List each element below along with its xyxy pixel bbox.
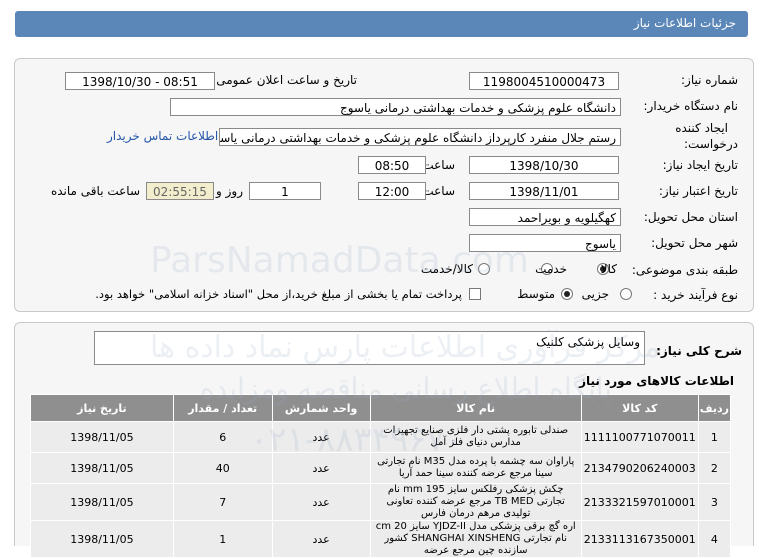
city-field[interactable]: یاسوج — [469, 234, 621, 252]
buyer-field[interactable]: دانشگاه علوم پزشکی و خدمات بهداشتی درمان… — [170, 98, 621, 116]
row-number: 2 — [697, 452, 732, 484]
category-service-label: خدمت — [535, 262, 567, 276]
goods-date: 1398/11/05 — [30, 520, 174, 558]
col-date: تاریخ نیاز — [30, 394, 174, 422]
col-name: نام کالا — [369, 394, 582, 422]
days-field[interactable]: 1 — [249, 182, 321, 200]
validity-hour-label: ساعت — [422, 184, 455, 198]
goods-name: چکش پزشکی رفلکس سایز 195 mm نام تجارتی T… — [369, 483, 582, 521]
process-minor-radio[interactable] — [620, 288, 632, 300]
treasury-payment-checkbox[interactable] — [469, 288, 481, 300]
create-time-field[interactable]: 08:50 — [358, 156, 426, 174]
col-row: ردیف — [697, 394, 732, 422]
goods-qty: 40 — [172, 452, 273, 484]
col-code: کد کالا — [580, 394, 699, 422]
province-field[interactable]: کهگیلویه و بویراحمد — [469, 208, 621, 226]
goods-section-title: اطلاعات کالاهای مورد نیاز — [579, 374, 734, 388]
process-label: نوع فرآیند خرید : — [653, 288, 738, 302]
page-title: جزئیات اطلاعات نیاز — [633, 16, 736, 30]
buyer-contact-link[interactable]: اطلاعات تماس خریدار — [107, 129, 218, 143]
days-label: روز و — [216, 184, 243, 198]
category-label: طبقه بندی موضوعی: — [631, 263, 738, 277]
goods-code: 2134790206240003 — [580, 452, 699, 484]
goods-table-header: ردیف کد کالا نام کالا واحد شمارش تعداد /… — [30, 394, 732, 422]
goods-code: 2133321597010001 — [580, 483, 699, 521]
creator-label-2: درخواست: — [684, 137, 738, 151]
table-row[interactable]: 1 1111100771070011 صندلی تابوره پشتی دار… — [30, 421, 732, 453]
validity-date-field[interactable]: 1398/11/01 — [469, 182, 619, 200]
row-number: 4 — [697, 520, 732, 558]
goods-unit: عدد — [271, 452, 371, 484]
announce-datetime-field[interactable]: 1398/10/30 - 08:51 — [65, 72, 215, 90]
buyer-label: نام دستگاه خریدار: — [643, 99, 739, 113]
goods-code: 2133113167350001 — [580, 520, 699, 558]
goods-date: 1398/11/05 — [30, 452, 174, 484]
row-number: 3 — [697, 483, 732, 521]
goods-unit: عدد — [271, 483, 371, 521]
process-minor-label: جزیی — [581, 287, 609, 301]
goods-table: ردیف کد کالا نام کالا واحد شمارش تعداد /… — [30, 394, 732, 558]
summary-label: شرح کلی نیاز: — [656, 344, 742, 358]
goods-qty: 7 — [172, 483, 273, 521]
goods-name: اره گچ برقی پزشکی مدل YJDZ-II سایز 20 cm… — [369, 520, 582, 558]
goods-qty: 6 — [172, 421, 273, 453]
category-both-label: کالا/خدمت — [420, 262, 473, 276]
category-goods-label: کالا — [600, 262, 617, 276]
goods-unit: عدد — [271, 520, 371, 558]
goods-name: پاراوان سه چشمه با پرده مدل M35 نام تجار… — [369, 452, 582, 484]
goods-date: 1398/11/05 — [30, 483, 174, 521]
goods-name: صندلی تابوره پشتی دار فلزی صنایع تجهیزات… — [369, 421, 582, 453]
create-date-label: تاریخ ایجاد نیاز: — [662, 158, 738, 172]
province-label: استان محل تحویل: — [643, 210, 738, 224]
row-number: 1 — [697, 421, 732, 453]
remaining-time-field: 02:55:15 — [146, 182, 214, 200]
page-header: جزئیات اطلاعات نیاز — [0, 0, 770, 46]
goods-code: 1111100771070011 — [580, 421, 699, 453]
announce-label: تاریخ و ساعت اعلان عمومی: — [212, 73, 357, 87]
col-qty: تعداد / مقدار — [172, 394, 273, 422]
need-number-label: شماره نیاز: — [681, 73, 738, 87]
validity-label: تاریخ اعتبار نیاز: — [658, 184, 738, 198]
goods-date: 1398/11/05 — [30, 421, 174, 453]
process-medium-radio[interactable] — [561, 288, 573, 300]
col-unit: واحد شمارش — [271, 394, 371, 422]
process-medium-label: متوسط — [517, 287, 555, 301]
category-both-radio[interactable] — [478, 263, 490, 275]
create-date-field[interactable]: 1398/10/30 — [469, 156, 619, 174]
goods-qty: 1 — [172, 520, 273, 558]
creator-label-1: ایجاد کننده — [675, 121, 728, 135]
table-row[interactable]: 2 2134790206240003 پاراوان سه چشمه با پر… — [30, 452, 732, 484]
table-row[interactable]: 3 2133321597010001 چکش پزشکی رفلکس سایز … — [30, 483, 732, 521]
summary-field[interactable]: وسایل پزشکی کلنیک — [94, 331, 645, 365]
city-label: شهر محل تحویل: — [651, 236, 738, 250]
creator-field[interactable]: رستم جلال منفرد کارپرداز دانشگاه علوم پز… — [219, 128, 621, 146]
remaining-label: ساعت باقی مانده — [50, 184, 140, 198]
create-hour-label: ساعت — [422, 158, 455, 172]
validity-time-field[interactable]: 12:00 — [358, 182, 426, 200]
need-number-field[interactable]: 1198004510000473 — [469, 72, 619, 90]
header-bar: جزئیات اطلاعات نیاز — [15, 11, 748, 37]
table-row[interactable]: 4 2133113167350001 اره گچ برقی پزشکی مدل… — [30, 520, 732, 558]
goods-unit: عدد — [271, 421, 371, 453]
treasury-payment-note: پرداخت تمام یا بخشی از مبلغ خرید،از محل … — [95, 287, 462, 301]
